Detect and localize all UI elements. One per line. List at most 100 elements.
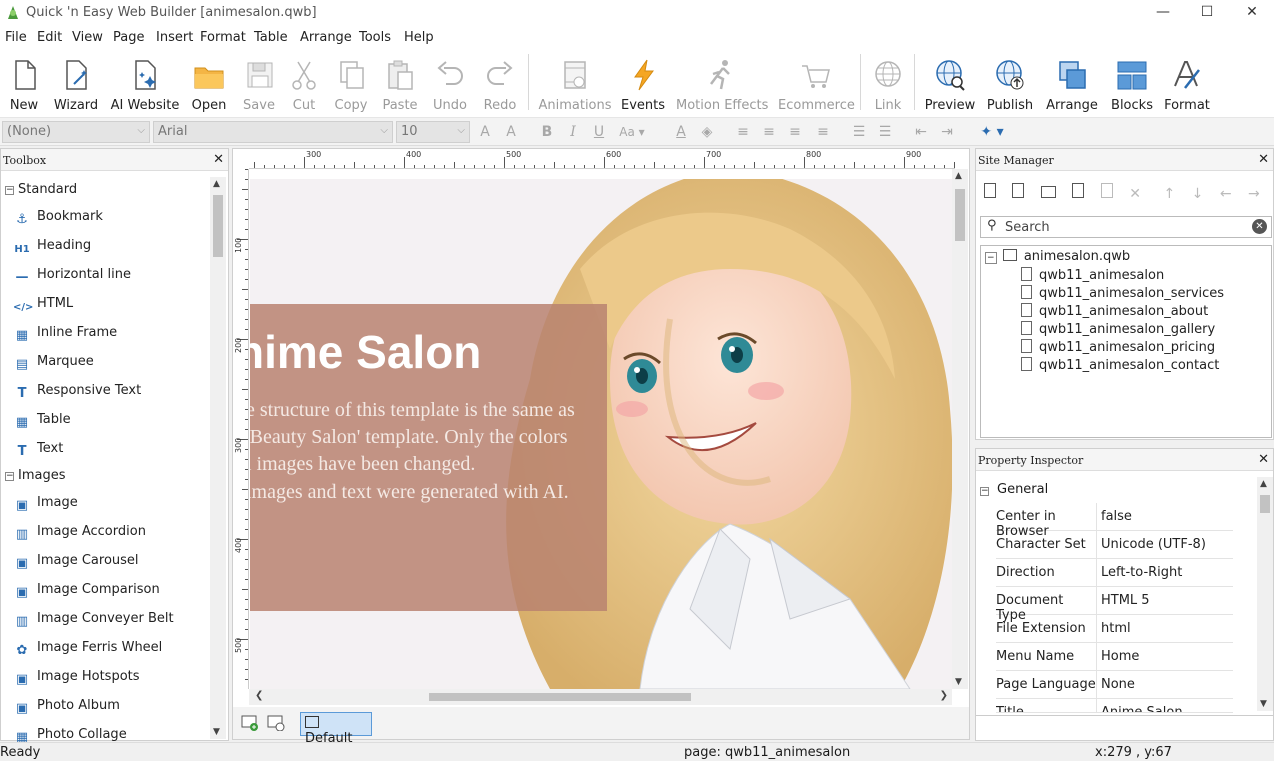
redo-button[interactable]: Redo [478,52,522,116]
font-color-icon[interactable]: A [672,123,690,141]
menu-insert[interactable]: Insert [156,30,193,45]
align-left-icon[interactable]: ≡ [734,123,752,141]
page-properties-icon[interactable] [1012,183,1025,198]
toolbox-item-photo-album[interactable]: ▣ Photo Album [13,698,120,720]
new-button[interactable]: New [2,52,46,116]
ecommerce-button[interactable]: Ecommerce [778,52,855,116]
highlight-icon[interactable]: ◈ [698,123,716,141]
toolbox-item-heading[interactable]: H1 Heading [13,238,91,260]
minimize-button[interactable]: — [1140,0,1186,26]
edit-layout-icon[interactable] [267,715,285,731]
duplicate-page-icon[interactable] [1100,183,1113,198]
property-row[interactable]: Menu Name Home [996,643,1233,671]
hero-title[interactable]: nime Salon [250,325,481,379]
scrollbar-thumb[interactable] [1260,495,1270,513]
justify-icon[interactable]: ≡ [814,123,832,141]
property-value[interactable]: HTML 5 [1101,593,1150,608]
property-group-general[interactable]: − General [980,482,1048,497]
toolbox-item-image-conveyer-belt[interactable]: ▥ Image Conveyer Belt [13,611,174,633]
align-center-icon[interactable]: ≡ [760,123,778,141]
format-button[interactable]: Format [1162,52,1212,116]
scroll-right-icon[interactable]: ❯ [940,690,948,701]
close-icon[interactable]: ✕ [213,152,224,167]
property-row[interactable]: Title Anime Salon [996,699,1233,713]
property-row[interactable]: Character Set Unicode (UTF-8) [996,531,1233,559]
move-left-icon[interactable]: ← [1220,186,1232,202]
toolbox-item-text[interactable]: T Text [13,441,64,463]
font-select[interactable]: Arial ⌵ [153,121,393,143]
search-input[interactable]: ⚲ Search ✕ [980,216,1272,238]
layout-tab-default[interactable]: Default [300,712,372,746]
site-page-item[interactable]: qwb11_animesalon_contact [1021,357,1219,373]
numbered-list-icon[interactable]: ☰ [876,123,894,141]
site-page-item[interactable]: qwb11_animesalon_about [1021,303,1208,319]
scrollbar-thumb[interactable] [429,693,691,701]
toolbox-group-images[interactable]: − Images [5,468,66,483]
menu-table[interactable]: Table [254,30,288,45]
cut-button[interactable]: Cut [283,52,325,116]
move-up-icon[interactable]: ↑ [1163,186,1175,202]
scroll-down-icon[interactable]: ▼ [955,677,962,687]
property-row[interactable]: File Extension html [996,615,1233,643]
site-page-item[interactable]: qwb11_animesalon_services [1021,285,1224,301]
delete-icon[interactable]: ✕ [1129,186,1141,202]
toolbox-scrollbar[interactable]: ▲ ▼ [210,177,226,739]
preview-button[interactable]: Preview [924,52,976,116]
canvas-vertical-scrollbar[interactable]: ▲ ▼ [952,169,968,689]
toolbox-item-table[interactable]: ▦ Table [13,412,71,434]
toolbox-item-bookmark[interactable]: ⚓ Bookmark [13,209,103,231]
publish-button[interactable]: Publish [984,52,1036,116]
property-value[interactable]: Home [1101,649,1139,664]
ai-assist-icon[interactable]: ✦ ▾ [974,123,1010,141]
toolbox-item-image-hotspots[interactable]: ▣ Image Hotspots [13,669,140,691]
new-page-icon[interactable] [984,183,996,198]
motion-effects-button[interactable]: Motion Effects [676,52,768,116]
page-preview[interactable]: nime Salon e structure of this template … [250,179,953,689]
toolbox-item-html[interactable]: </> HTML [13,296,73,318]
toolbox-item-image[interactable]: ▣ Image [13,495,78,517]
property-row[interactable]: Center in Browser false [996,503,1233,539]
property-value[interactable]: Left-to-Right [1101,565,1182,580]
link-button[interactable]: Link [866,52,910,116]
open-button[interactable]: Open [186,52,232,116]
toolbox-item-inline-frame[interactable]: ▦ Inline Frame [13,325,117,347]
maximize-button[interactable]: ☐ [1184,0,1230,26]
scroll-down-icon[interactable]: ▼ [213,727,220,737]
scrollbar-thumb[interactable] [955,189,965,241]
move-down-icon[interactable]: ↓ [1192,186,1204,202]
toolbox-item-marquee[interactable]: ▤ Marquee [13,354,94,376]
scroll-up-icon[interactable]: ▲ [1260,479,1267,489]
property-value[interactable]: None [1101,677,1135,692]
blocks-button[interactable]: Blocks [1108,52,1156,116]
scroll-down-icon[interactable]: ▼ [1260,699,1267,709]
canvas-horizontal-scrollbar[interactable]: ❮ ❯ [249,689,952,705]
close-icon[interactable]: ✕ [1258,452,1269,467]
property-value[interactable]: html [1101,621,1131,636]
property-row[interactable]: Direction Left-to-Right [996,559,1233,587]
toolbox-item-image-accordion[interactable]: ▥ Image Accordion [13,524,146,546]
property-row[interactable]: Page Language None [996,671,1233,699]
site-page-item[interactable]: qwb11_animesalon_gallery [1021,321,1215,337]
scroll-up-icon[interactable]: ▲ [213,179,220,189]
animations-button[interactable]: Animations [538,52,612,116]
toolbox-item-image-comparison[interactable]: ▣ Image Comparison [13,582,160,604]
site-page-item[interactable]: qwb11_animesalon [1021,267,1164,283]
menu-arrange[interactable]: Arrange [300,30,352,45]
clear-search-icon[interactable]: ✕ [1252,219,1267,234]
toolbox-item-horizontal-line[interactable]: — Horizontal line [13,267,131,289]
ai-website-button[interactable]: AI Website [110,52,180,116]
scroll-up-icon[interactable]: ▲ [955,171,962,181]
property-scrollbar[interactable]: ▲ ▼ [1257,477,1273,711]
bullet-list-icon[interactable]: ☰ [850,123,868,141]
menu-page[interactable]: Page [113,30,144,45]
toolbox-group-standard[interactable]: − Standard [5,182,77,197]
paste-button[interactable]: Paste [378,52,422,116]
change-case-icon[interactable]: Aa ▾ [618,123,646,141]
folder-icon[interactable] [1040,186,1056,198]
copy-button[interactable]: Copy [330,52,372,116]
menu-file[interactable]: File [5,30,27,45]
toolbox-item-image-ferris-wheel[interactable]: ✿ Image Ferris Wheel [13,640,163,662]
menu-view[interactable]: View [72,30,103,45]
close-icon[interactable]: ✕ [1258,152,1269,167]
italic-icon[interactable]: I [564,123,582,141]
